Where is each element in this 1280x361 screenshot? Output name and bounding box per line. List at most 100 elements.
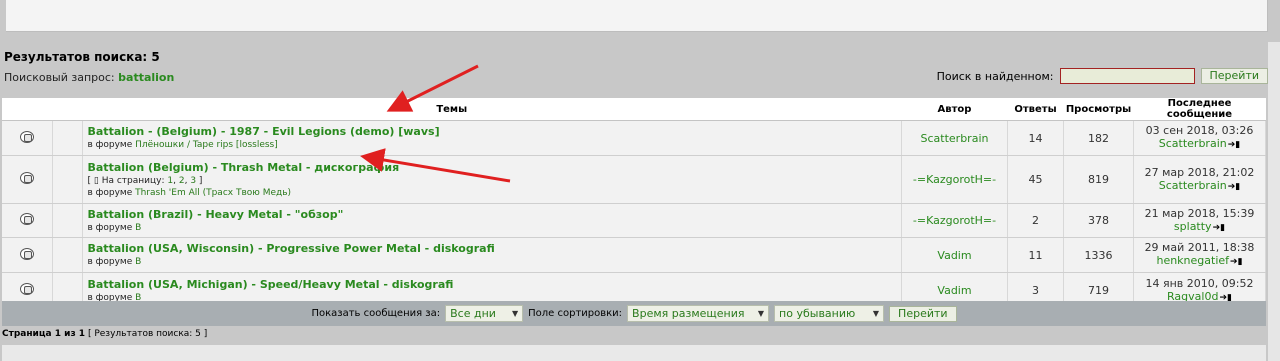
sort-filter-bar: Показать сообщения за: Все дни ▼ Поле сор…: [2, 301, 1266, 326]
author-cell[interactable]: Vadim: [901, 237, 1008, 273]
author-cell[interactable]: -=KazgorotH=-: [901, 155, 1008, 204]
page-count-text: Страница 1 из 1: [2, 329, 86, 339]
apply-sort-button[interactable]: Перейти: [889, 305, 957, 322]
topic-title-link[interactable]: Battalion (USA, Wisconsin) - Progressive…: [88, 242, 899, 256]
topic-cell: Battalion (Belgium) - Thrash Metal - дис…: [82, 155, 902, 204]
pages-label: На страницу:: [101, 175, 165, 186]
author-cell[interactable]: -=KazgorotH=-: [901, 203, 1008, 238]
table-row: Battalion - (Belgium) - 1987 - Evil Legi…: [2, 120, 1266, 156]
footer-results-text: [ Результатов поиска: 5 ]: [87, 329, 208, 339]
topic-title-link[interactable]: Battalion (Belgium) - Thrash Metal - дис…: [88, 161, 899, 175]
goto-last-post-icon[interactable]: ➔▮: [1228, 139, 1241, 152]
header-author: Автор: [901, 98, 1008, 121]
in-forum-label: в форуме: [87, 222, 133, 233]
last-post-date: 03 сен 2018, 03:26: [1145, 124, 1254, 137]
topic-forum-line: в форуме B: [88, 222, 899, 234]
page-icon: ▯: [93, 175, 99, 186]
last-post-cell: 29 май 2011, 18:38 henknegatief➔▮: [1133, 237, 1266, 273]
header-views: Просмотры: [1063, 98, 1134, 121]
last-post-date: 14 янв 2010, 09:52: [1145, 276, 1254, 290]
topic-read-icon: [19, 172, 34, 184]
search-results-table: Темы Автор Ответы Просмотры Последнее со…: [2, 98, 1266, 309]
header-replies: Ответы: [1007, 98, 1064, 121]
goto-last-post-icon[interactable]: ➔▮: [1230, 256, 1243, 269]
show-period-select[interactable]: Все дни ▼: [445, 305, 524, 322]
pages-open-bracket: [: [87, 175, 92, 186]
last-post-cell: 27 мар 2018, 21:02 Scatterbrain➔▮: [1133, 155, 1266, 204]
page-link-3[interactable]: 3: [190, 176, 196, 186]
topic-title-link[interactable]: Battalion - (Belgium) - 1987 - Evil Legi…: [88, 125, 899, 139]
replies-cell: 14: [1007, 120, 1064, 156]
table-header-row: Темы Автор Ответы Просмотры Последнее со…: [2, 98, 1266, 121]
search-within-input[interactable]: [1059, 68, 1195, 84]
forum-link[interactable]: Thrash 'Em All (Трасх Твою Медь): [135, 188, 291, 198]
top-panel: [6, 0, 1268, 32]
pagination-footer: Страница 1 из 1 [ Результатов поиска: 5 …: [2, 329, 207, 339]
topic-spacer-cell: [52, 237, 83, 273]
topic-spacer-cell: [52, 120, 83, 156]
goto-last-post-icon[interactable]: ➔▮: [1213, 222, 1226, 235]
topic-read-icon: [19, 247, 34, 260]
topic-read-icon: [19, 130, 34, 143]
topic-read-icon: [19, 283, 34, 295]
table-row: Battalion (USA, Wisconsin) - Progressive…: [2, 237, 1266, 273]
replies-cell: 2: [1007, 203, 1064, 238]
in-forum-label: в форуме: [87, 140, 133, 150]
search-query-label: Поисковый запрос:: [4, 71, 115, 84]
chevron-down-icon: ▼: [872, 309, 880, 318]
topic-title-link[interactable]: Battalion (USA, Michigan) - Speed/Heavy …: [88, 278, 899, 292]
last-post-date: 29 май 2011, 18:38: [1144, 241, 1255, 254]
search-query-value[interactable]: battalion: [118, 71, 174, 84]
forum-link[interactable]: B: [135, 223, 141, 233]
chevron-down-icon: ▼: [511, 309, 519, 318]
views-cell: 378: [1063, 203, 1134, 238]
last-post-user[interactable]: Scatterbrain: [1159, 137, 1227, 150]
search-within-form: Поиск в найденном: Перейти: [937, 68, 1268, 84]
forum-link[interactable]: Плёношки / Tape rips [lossless]: [135, 140, 278, 150]
search-within-label: Поиск в найденном:: [936, 69, 1054, 83]
table-row: Battalion (Brazil) - Heavy Metal - "обзо…: [2, 203, 1266, 238]
sort-field-select[interactable]: Время размещения ▼: [627, 305, 770, 322]
topic-pages-line: [ ▯ На страницу: 1, 2, 3 ]: [87, 175, 203, 186]
views-cell: 1336: [1063, 237, 1134, 273]
page-link-2[interactable]: 2: [179, 176, 185, 186]
sort-order-value: по убыванию: [779, 307, 856, 320]
topic-title-link[interactable]: Battalion (Brazil) - Heavy Metal - "обзо…: [88, 208, 899, 222]
author-cell[interactable]: Scatterbrain: [901, 120, 1008, 156]
topic-spacer-cell: [52, 155, 83, 204]
bottom-panel: [2, 345, 1266, 361]
last-post-date: 27 мар 2018, 21:02: [1144, 165, 1255, 179]
search-within-button[interactable]: Перейти: [1200, 68, 1268, 84]
last-post-user[interactable]: splatty: [1174, 220, 1212, 233]
forum-link[interactable]: B: [135, 257, 141, 267]
right-scroll-strip: [1268, 42, 1280, 361]
topic-forum-line: в форуме Thrash 'Em All (Трасх Твою Медь…: [88, 187, 899, 199]
last-post-user[interactable]: henknegatief: [1156, 254, 1229, 267]
show-posts-label: Показать сообщения за:: [311, 308, 441, 319]
sort-field-label: Поле сортировки:: [528, 308, 623, 319]
topic-forum-line: в форуме Плёношки / Tape rips [lossless]: [88, 139, 899, 151]
topic-cell: Battalion (Brazil) - Heavy Metal - "обзо…: [82, 203, 902, 238]
table-row: Battalion (Belgium) - Thrash Metal - дис…: [2, 155, 1266, 204]
header-topics: Темы: [2, 98, 902, 121]
last-post-cell: 21 мар 2018, 15:39 splatty➔▮: [1133, 203, 1266, 238]
page-link-1[interactable]: 1: [167, 176, 173, 186]
show-period-value: Все дни: [450, 307, 496, 320]
in-forum-label: в форуме: [87, 187, 133, 198]
in-forum-label: в форуме: [87, 257, 133, 267]
results-count-title: Результатов поиска: 5: [4, 50, 160, 64]
sort-field-value: Время размещения: [632, 307, 745, 320]
pages-close-bracket: ]: [198, 175, 203, 186]
topic-cell: Battalion - (Belgium) - 1987 - Evil Legi…: [82, 120, 902, 156]
last-post-user[interactable]: Scatterbrain: [1159, 179, 1227, 192]
topic-read-icon: [19, 213, 34, 225]
sort-order-select[interactable]: по убыванию ▼: [774, 305, 885, 322]
topic-icon-cell: [2, 155, 53, 204]
topic-spacer-cell: [52, 203, 83, 238]
last-post-cell: 03 сен 2018, 03:26 Scatterbrain➔▮: [1133, 120, 1266, 156]
goto-last-post-icon[interactable]: ➔▮: [1228, 181, 1241, 194]
topic-cell: Battalion (USA, Wisconsin) - Progressive…: [82, 237, 902, 273]
header-last-post: Последнее сообщение: [1133, 98, 1266, 121]
last-post-date: 21 мар 2018, 15:39: [1144, 206, 1255, 220]
topic-icon-cell: [2, 237, 53, 273]
